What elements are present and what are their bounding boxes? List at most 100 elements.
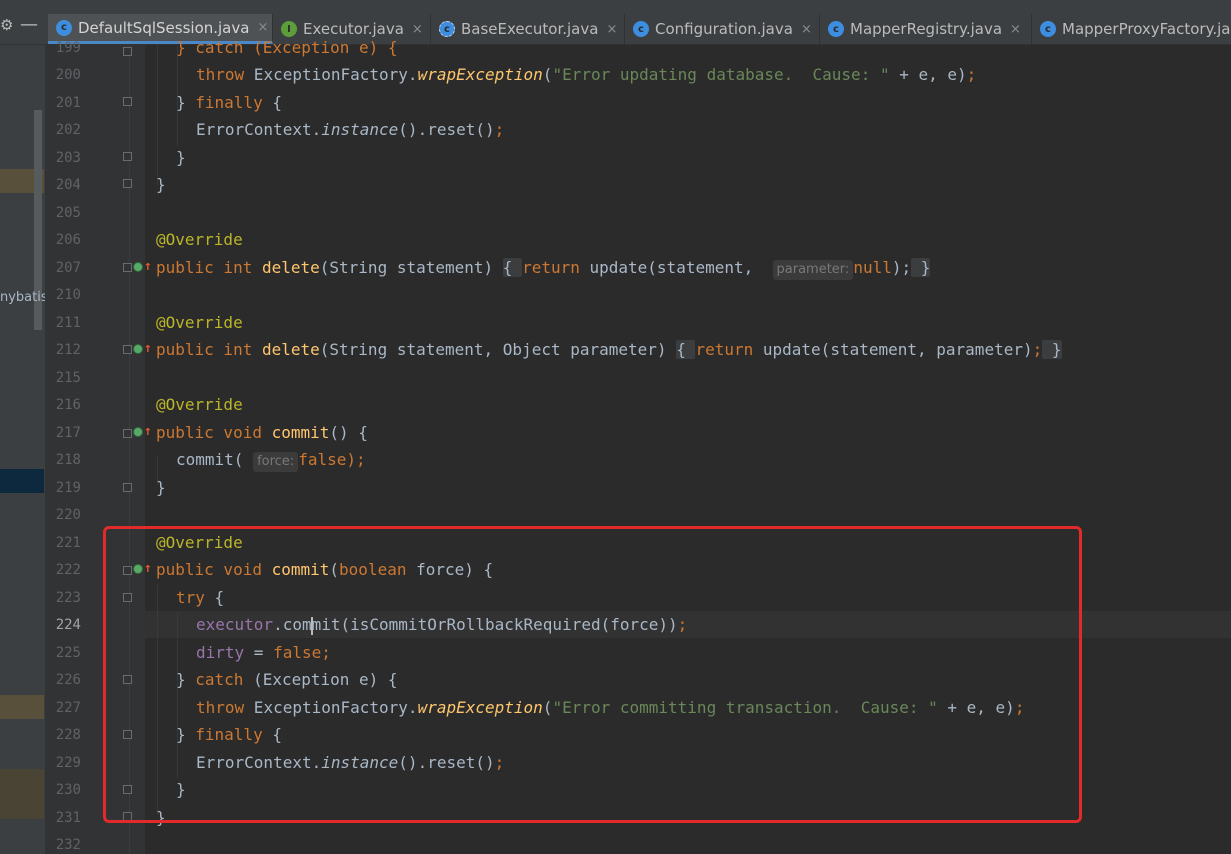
code-line-224[interactable]: executor.commit(isCommitOrRollbackRequir… (196, 615, 687, 635)
tab-mapperproxyfactory[interactable]: c MapperProxyFactory.ja (1032, 14, 1231, 44)
tree-row-highlight[interactable] (0, 695, 44, 719)
fold-icon[interactable] (123, 483, 132, 492)
line-number: 222 (55, 562, 81, 578)
abstract-class-icon: c (439, 21, 455, 37)
line-number: 207 (55, 260, 81, 276)
code-line-199[interactable]: } catch (Exception e) { (176, 38, 398, 58)
line-number: 205 (55, 205, 81, 221)
class-icon: c (828, 21, 844, 37)
close-icon[interactable]: × (1010, 22, 1021, 37)
line-number: 220 (55, 507, 81, 523)
parameter-hint: parameter: (772, 260, 854, 280)
project-tree-label[interactable]: nybatis (0, 290, 48, 305)
fold-icon[interactable] (123, 593, 132, 602)
code-line-200[interactable]: throw ExceptionFactory.wrapException("Er… (196, 65, 976, 85)
tab-configuration[interactable]: c Configuration.java × (625, 14, 820, 44)
line-number: 210 (55, 287, 81, 303)
indent-guide (157, 585, 158, 815)
code-line-216[interactable]: @Override (156, 395, 243, 415)
code-line-212[interactable]: public int delete(String statement, Obje… (156, 340, 1062, 360)
toolbar-strip (0, 0, 1231, 8)
tree-row-highlight[interactable] (0, 769, 44, 819)
tab-label: DefaultSqlSession.java (78, 18, 250, 37)
fold-icon[interactable] (123, 152, 132, 161)
minimize-icon[interactable]: — (20, 14, 38, 35)
tab-label: Executor.java (303, 20, 404, 38)
override-marker-icon[interactable] (133, 427, 143, 437)
code-line-222[interactable]: public void commit(boolean force) { (156, 560, 493, 580)
fold-icon[interactable] (123, 47, 132, 56)
tab-bar-controls[interactable]: ⚙ — (0, 14, 44, 44)
override-marker-icon[interactable] (133, 564, 143, 574)
line-number: 219 (55, 480, 81, 496)
code-line-202[interactable]: ErrorContext.instance().reset(); (196, 120, 504, 140)
code-editor[interactable]: } catch (Exception e) { throw ExceptionF… (145, 38, 1231, 854)
code-line-204[interactable]: } (156, 175, 166, 195)
line-number: 231 (55, 810, 81, 826)
line-number: 199 (55, 40, 81, 56)
fold-icon[interactable] (123, 263, 132, 272)
code-line-207[interactable]: public int delete(String statement) { re… (156, 258, 931, 280)
code-line-223[interactable]: try { (176, 588, 224, 608)
interface-icon: I (281, 21, 297, 37)
indent-guide (157, 45, 158, 185)
class-icon: c (633, 21, 649, 37)
close-icon[interactable]: × (412, 22, 423, 37)
override-marker-icon[interactable] (133, 344, 143, 354)
fold-icon[interactable] (123, 785, 132, 794)
line-number: 203 (55, 150, 81, 166)
fold-icon[interactable] (123, 675, 132, 684)
line-number: 206 (55, 232, 81, 248)
code-line-228[interactable]: } finally { (176, 725, 282, 745)
code-line-203[interactable]: } (176, 148, 186, 168)
code-line-230[interactable]: } (176, 780, 186, 800)
code-line-206[interactable]: @Override (156, 230, 243, 250)
indent-guide (177, 612, 178, 777)
settings-icon[interactable]: ⚙ (0, 16, 13, 34)
line-number: 228 (55, 727, 81, 743)
code-line-201[interactable]: } finally { (176, 93, 282, 113)
fold-icon[interactable] (123, 97, 132, 106)
code-line-231[interactable]: } (156, 808, 166, 828)
code-line-219[interactable]: } (156, 478, 166, 498)
line-number: 200 (55, 67, 81, 83)
fold-icon[interactable] (123, 566, 132, 575)
line-number: 204 (55, 177, 81, 193)
parameter-hint: force: (253, 452, 299, 472)
code-line-225[interactable]: dirty = false; (196, 643, 331, 663)
fold-icon[interactable] (123, 730, 132, 739)
tab-label: Configuration.java (655, 20, 793, 38)
line-number: 227 (55, 700, 81, 716)
line-number-current: 224 (55, 617, 81, 633)
tab-mapperregistry[interactable]: c MapperRegistry.java × (820, 14, 1032, 44)
code-line-221[interactable]: @Override (156, 533, 243, 553)
tree-row-selected[interactable] (0, 469, 44, 493)
class-icon: c (1040, 21, 1056, 37)
tab-label: MapperRegistry.java (850, 20, 1003, 38)
line-number: 217 (55, 425, 81, 441)
close-icon[interactable]: × (257, 20, 268, 35)
tab-baseexecutor[interactable]: c BaseExecutor.java × (431, 14, 625, 44)
code-line-227[interactable]: throw ExceptionFactory.wrapException("Er… (196, 698, 1024, 718)
code-line-217[interactable]: public void commit() { (156, 423, 368, 443)
close-icon[interactable]: × (801, 22, 812, 37)
line-number: 216 (55, 397, 81, 413)
fold-icon[interactable] (123, 179, 132, 188)
code-line-226[interactable]: } catch (Exception e) { (176, 670, 398, 690)
line-number: 221 (55, 535, 81, 551)
override-marker-icon[interactable] (133, 262, 143, 272)
code-line-218[interactable]: commit( force: false); (176, 450, 366, 472)
line-number: 211 (55, 315, 81, 331)
close-icon[interactable]: × (606, 22, 617, 37)
line-number: 223 (55, 590, 81, 606)
line-number: 218 (55, 452, 81, 468)
line-number: 225 (55, 645, 81, 661)
fold-icon[interactable] (123, 345, 132, 354)
code-line-229[interactable]: ErrorContext.instance().reset(); (196, 753, 504, 773)
line-number: 212 (55, 342, 81, 358)
fold-icon[interactable] (123, 812, 132, 821)
line-number: 202 (55, 122, 81, 138)
project-panel[interactable]: nybatis (0, 45, 48, 854)
fold-icon[interactable] (123, 429, 132, 438)
code-line-211[interactable]: @Override (156, 313, 243, 333)
